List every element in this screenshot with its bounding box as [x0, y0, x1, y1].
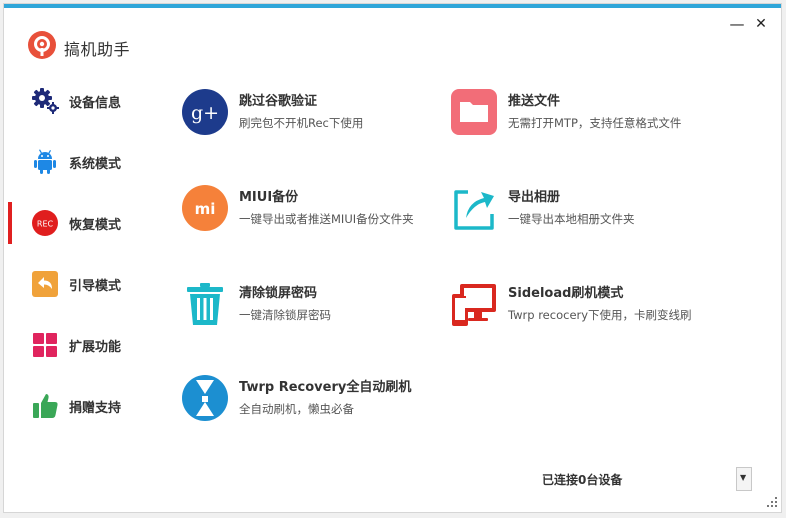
device-dropdown-button[interactable]: ▼	[736, 467, 752, 491]
thumbs-up-icon	[33, 394, 58, 418]
feature-title: 清除锁屏密码	[239, 286, 318, 301]
back-arrow-icon	[32, 271, 58, 297]
grid-icon	[33, 333, 57, 357]
feature-title: 推送文件	[508, 94, 561, 109]
feature-desc: 刷完包不开机Rec下使用	[239, 116, 364, 130]
title-accent-bar	[4, 4, 781, 8]
sidebar-item-label: 设备信息	[69, 96, 122, 111]
sidebar-item-extensions[interactable]: 扩展功能	[4, 323, 164, 367]
feature-title: Sideload刷机模式	[508, 286, 624, 301]
sidebar-item-recovery-mode[interactable]: REC 恢复模式	[4, 201, 164, 245]
app-logo-icon	[28, 31, 56, 59]
feature-desc: 一键导出或者推送MIUI备份文件夹	[239, 212, 414, 226]
app-title: 搞机助手	[64, 40, 131, 59]
chevron-down-icon: ▼	[740, 473, 747, 482]
resize-grip-icon[interactable]	[766, 496, 778, 508]
minimize-button[interactable]: —	[728, 15, 746, 33]
sidebar-item-donate[interactable]: 捐赠支持	[4, 384, 164, 428]
rec-badge-text: REC	[37, 220, 54, 229]
mi-glyph: mi	[195, 200, 216, 218]
sidebar-item-device-info[interactable]: 设备信息	[4, 79, 164, 123]
android-icon	[34, 149, 56, 174]
feature-desc: 无需打开MTP，支持任意格式文件	[508, 116, 682, 130]
feature-miui-backup[interactable]: mi MIUI备份 一键导出或者推送MIUI备份文件夹	[181, 184, 441, 244]
feature-desc: 一键导出本地相册文件夹	[508, 212, 635, 226]
trash-icon	[187, 283, 223, 325]
feature-sideload-mode[interactable]: Sideload刷机模式 Twrp recocery下使用，卡刷变线刷	[450, 280, 710, 340]
google-plus-icon: g+	[182, 89, 228, 135]
feature-clear-lockscreen[interactable]: 清除锁屏密码 一键清除锁屏密码	[181, 280, 441, 340]
close-button[interactable]: ✕	[752, 15, 770, 33]
gear-icon	[32, 88, 59, 114]
app-window: — ✕ 搞机助手 设备信息 系统模式 REC 恢复模式 引导模式 扩展功能 捐赠…	[3, 3, 782, 513]
feature-export-album[interactable]: 导出相册 一键导出本地相册文件夹	[450, 184, 710, 244]
devices-icon	[452, 284, 496, 326]
active-indicator	[8, 202, 12, 244]
export-icon	[454, 190, 494, 230]
sidebar-item-label: 扩展功能	[69, 340, 122, 355]
sidebar-item-label: 恢复模式	[69, 218, 122, 233]
google-plus-glyph: g+	[191, 102, 219, 124]
feature-desc: 全自动刷机，懒虫必备	[239, 402, 354, 416]
feature-desc: Twrp recocery下使用，卡刷变线刷	[508, 308, 692, 322]
rec-icon: REC	[32, 210, 58, 236]
feature-title: 跳过谷歌验证	[239, 94, 318, 109]
feature-desc: 一键清除锁屏密码	[239, 308, 331, 322]
feature-skip-google-verify[interactable]: g+ 跳过谷歌验证 刷完包不开机Rec下使用	[181, 88, 441, 148]
feature-title: 导出相册	[508, 190, 561, 205]
sidebar-item-label: 系统模式	[69, 157, 122, 172]
feature-twrp-auto-flash[interactable]: Twrp Recovery全自动刷机 全自动刷机，懒虫必备	[181, 374, 441, 434]
sidebar-item-system-mode[interactable]: 系统模式	[4, 140, 164, 184]
feature-title: MIUI备份	[239, 190, 299, 205]
twrp-icon	[182, 375, 228, 421]
mi-icon: mi	[182, 185, 228, 231]
folder-icon	[451, 89, 497, 135]
device-connection-status: 已连接0台设备	[542, 473, 623, 487]
feature-push-file[interactable]: 推送文件 无需打开MTP，支持任意格式文件	[450, 88, 710, 148]
feature-title: Twrp Recovery全自动刷机	[239, 380, 412, 395]
sidebar-item-label: 引导模式	[69, 279, 122, 294]
sidebar-item-label: 捐赠支持	[69, 401, 122, 416]
sidebar-item-boot-mode[interactable]: 引导模式	[4, 262, 164, 306]
